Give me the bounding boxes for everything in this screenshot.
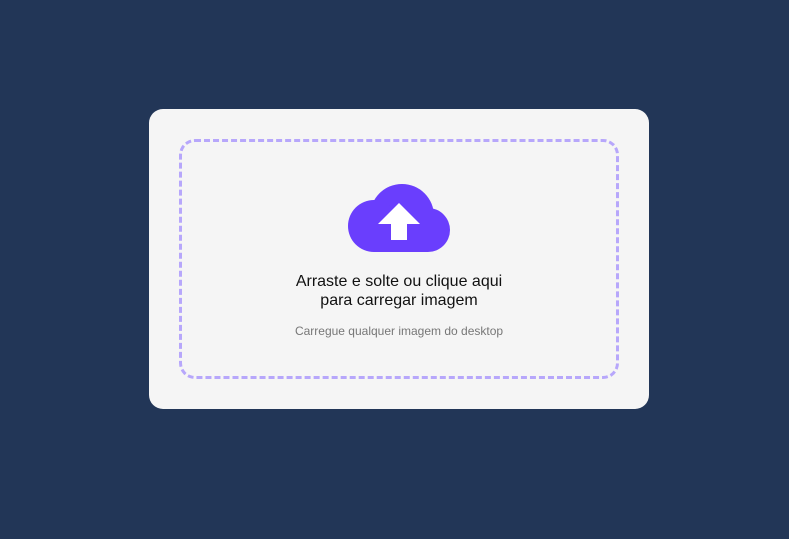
image-dropzone[interactable]: Arraste e solte ou clique aqui para carr… bbox=[179, 139, 619, 379]
upload-card: Arraste e solte ou clique aqui para carr… bbox=[149, 109, 649, 409]
dropzone-title-line-2: para carregar imagem bbox=[320, 292, 478, 309]
page-background: { "upload": { "title_line1": "Arraste e … bbox=[0, 0, 789, 539]
dropzone-title-line-1: Arraste e solte ou clique aqui bbox=[295, 273, 503, 290]
cloud-upload-icon bbox=[348, 184, 450, 252]
dropzone-subtitle: Carregue qualquer imagem do desktop bbox=[294, 324, 504, 338]
dropzone-title: Arraste e solte ou clique aqui para carr… bbox=[296, 272, 502, 310]
